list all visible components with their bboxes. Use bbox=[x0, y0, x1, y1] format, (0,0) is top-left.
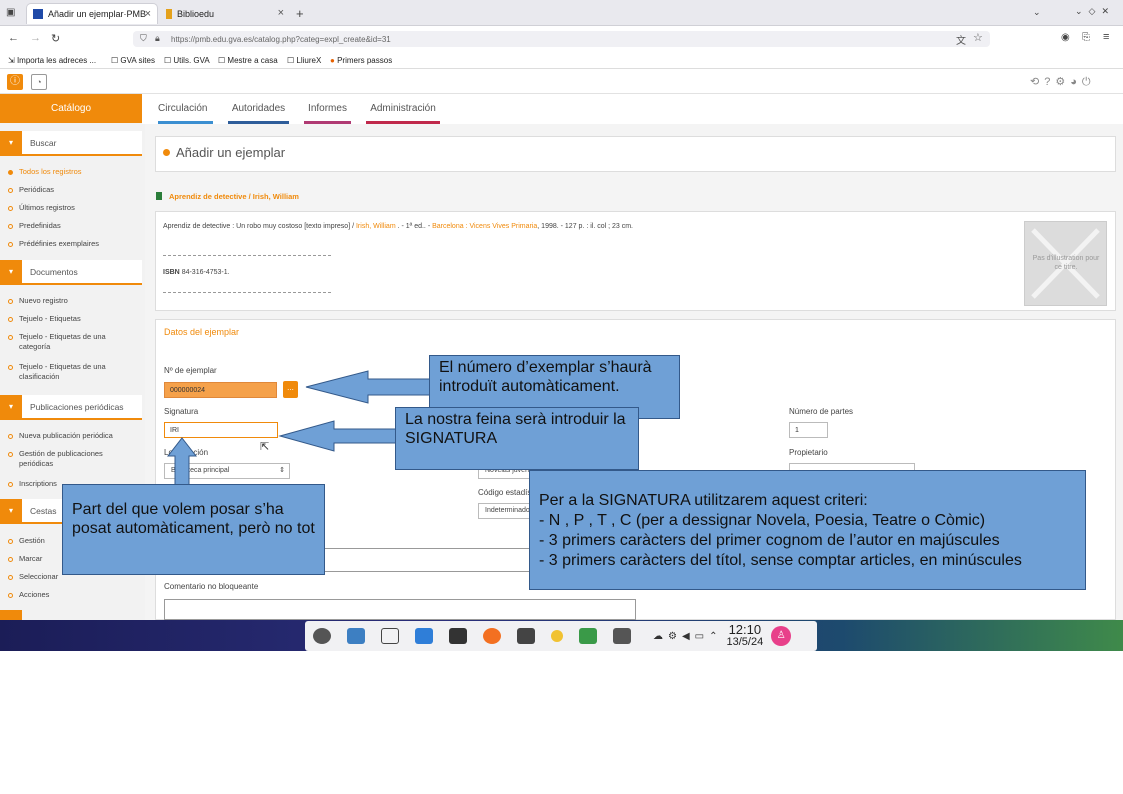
terminal-icon[interactable] bbox=[449, 628, 467, 644]
callout-partial-auto: Part del que volem posar s’ha posat auto… bbox=[62, 484, 325, 575]
criteria-line: - 3 primers caràcters del primer cognom … bbox=[539, 532, 1000, 549]
callout-criteria: Per a la SIGNATURA utilitzarem aquest cr… bbox=[529, 470, 1086, 590]
window-icon[interactable] bbox=[381, 628, 399, 644]
calculator-icon[interactable] bbox=[517, 628, 535, 644]
criteria-line: - 3 primers caràcters del títol, sense c… bbox=[539, 552, 1022, 569]
app-icon[interactable] bbox=[551, 630, 563, 642]
taskbar-dock: ☁⚙◀▭⌃ 12:10 13/5/24 ♙ bbox=[305, 621, 817, 651]
folder-icon[interactable] bbox=[415, 628, 433, 644]
criteria-line: Per a la SIGNATURA utilitzarem aquest cr… bbox=[539, 492, 868, 509]
firefox-icon[interactable] bbox=[483, 628, 501, 644]
editor-icon[interactable] bbox=[579, 628, 597, 644]
screenshot-icon[interactable] bbox=[613, 628, 631, 644]
launcher-icon[interactable] bbox=[313, 628, 331, 644]
criteria-line: - N , P , T , C (per a dessignar Novela,… bbox=[539, 512, 986, 529]
callout-signatura: La nostra feina serà introduir la SIGNAT… bbox=[395, 407, 639, 470]
system-tray-icons[interactable]: ☁⚙◀▭⌃ bbox=[653, 631, 722, 642]
user-avatar-icon[interactable]: ♙ bbox=[771, 626, 792, 646]
clock[interactable]: 12:10 13/5/24 bbox=[726, 623, 763, 648]
files-icon[interactable] bbox=[347, 628, 365, 644]
